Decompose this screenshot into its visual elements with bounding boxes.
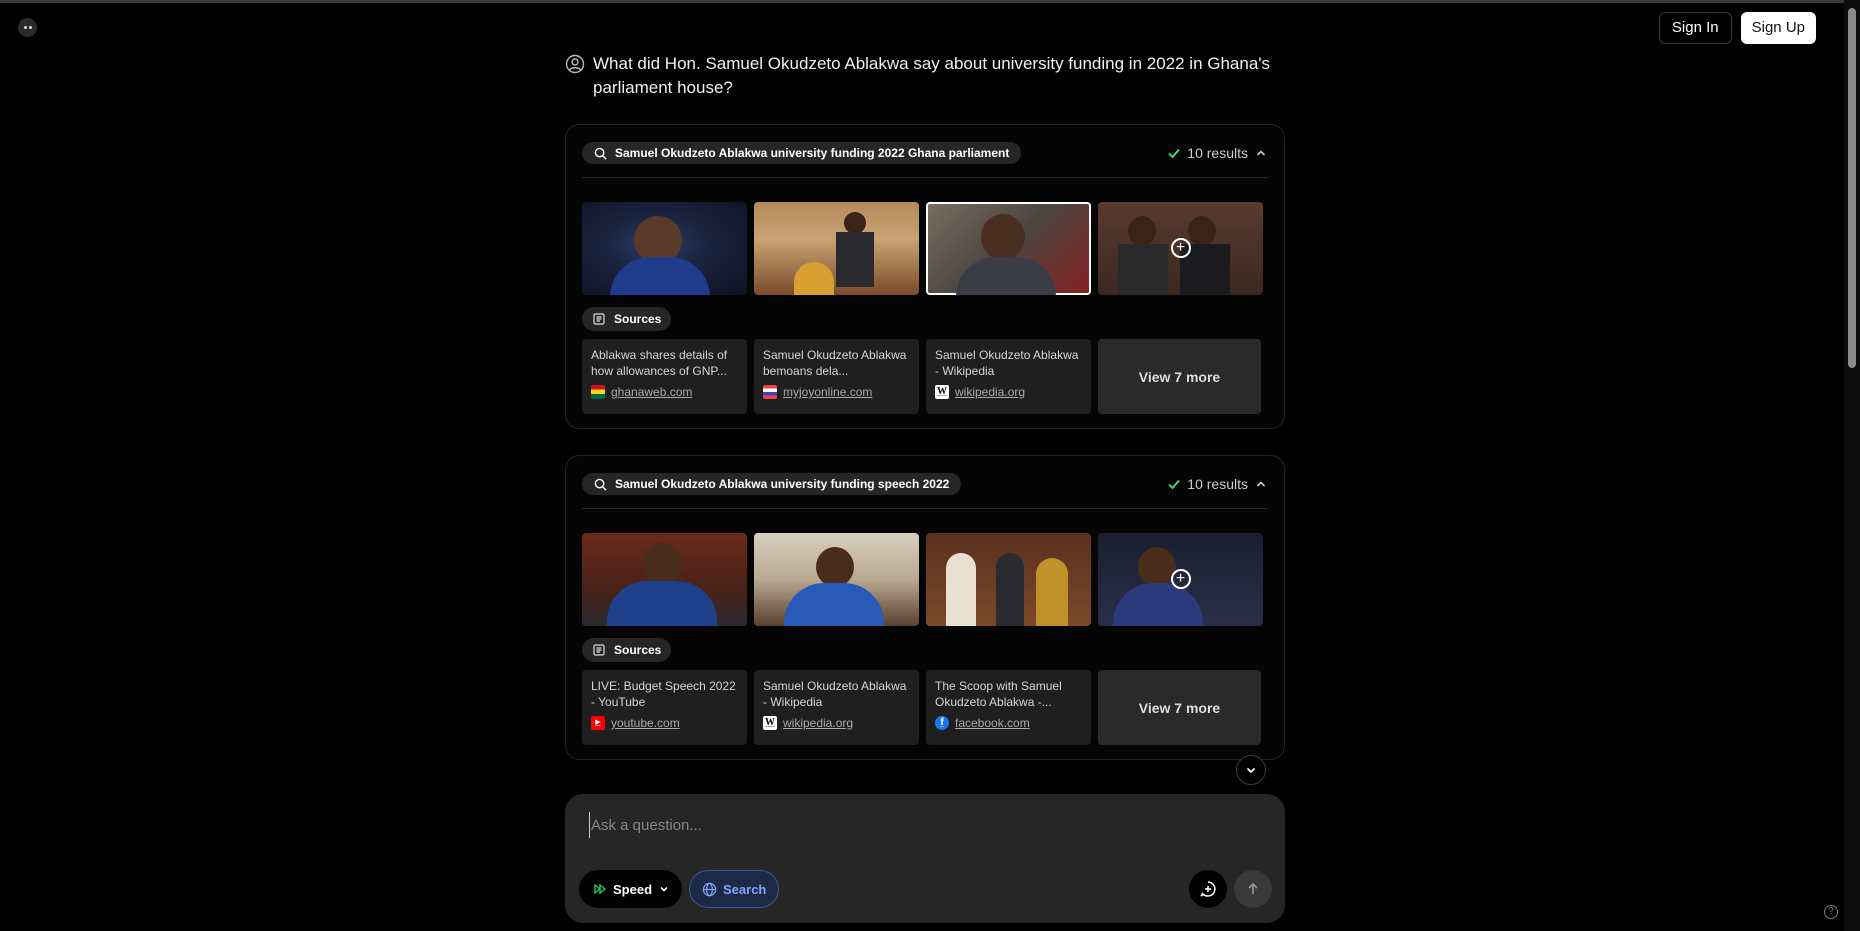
source-card[interactable]: Ablakwa shares details of how allowances… bbox=[582, 339, 747, 414]
chevron-down-icon bbox=[660, 886, 668, 892]
source-card[interactable]: LIVE: Budget Speech 2022 - YouTube ▶ yout… bbox=[582, 670, 747, 745]
sources-icon bbox=[593, 313, 605, 325]
help-icon[interactable]: ? bbox=[1824, 905, 1838, 919]
myjoyonline-icon bbox=[763, 385, 777, 399]
divider bbox=[582, 508, 1268, 509]
search-query-text: Samuel Okudzeto Ablakwa university fundi… bbox=[615, 146, 1010, 160]
result-image[interactable] bbox=[926, 202, 1091, 295]
results-toggle[interactable]: 10 results bbox=[1167, 145, 1268, 161]
composer: Speed Search bbox=[565, 794, 1285, 923]
sources-list: Ablakwa shares details of how allowances… bbox=[582, 339, 1268, 414]
wikipedia-icon: W bbox=[935, 385, 949, 399]
search-query-text: Samuel Okudzeto Ablakwa university fundi… bbox=[615, 477, 950, 491]
top-border bbox=[0, 0, 1860, 3]
sources-label-text: Sources bbox=[614, 312, 662, 326]
result-image[interactable] bbox=[582, 533, 747, 626]
add-icon[interactable]: + bbox=[1170, 237, 1191, 258]
view-more-button[interactable]: View 7 more bbox=[1098, 670, 1261, 745]
divider bbox=[582, 177, 1268, 178]
speed-mode-button[interactable]: Speed bbox=[579, 870, 683, 908]
result-image[interactable]: + bbox=[1098, 533, 1263, 626]
search-icon bbox=[594, 478, 607, 491]
search-query-pill[interactable]: Samuel Okudzeto Ablakwa university fundi… bbox=[582, 473, 962, 495]
sign-up-button[interactable]: Sign Up bbox=[1740, 12, 1816, 44]
results-count: 10 results bbox=[1187, 476, 1248, 492]
search-query-pill[interactable]: Samuel Okudzeto Ablakwa university fundi… bbox=[582, 142, 1022, 164]
source-site[interactable]: myjoyonline.com bbox=[783, 385, 872, 399]
result-image[interactable] bbox=[582, 202, 747, 295]
question-input[interactable] bbox=[589, 812, 1249, 838]
result-image[interactable]: + bbox=[1098, 202, 1263, 295]
ghanaweb-icon bbox=[591, 385, 605, 399]
send-button[interactable] bbox=[1234, 870, 1272, 908]
arrow-up-icon bbox=[1248, 882, 1258, 894]
source-site[interactable]: wikipedia.org bbox=[955, 385, 1025, 399]
image-strip: + bbox=[582, 533, 1268, 626]
globe-icon bbox=[702, 882, 717, 896]
auth-buttons: Sign In Sign Up bbox=[1658, 12, 1816, 44]
chevron-down-icon bbox=[1246, 767, 1256, 774]
sources-label: Sources bbox=[582, 307, 672, 331]
check-icon bbox=[1168, 479, 1180, 490]
conversation: What did Hon. Samuel Okudzeto Ablakwa sa… bbox=[565, 52, 1285, 100]
source-card[interactable]: Samuel Okudzeto Ablakwa bemoans dela... … bbox=[754, 339, 919, 414]
search-result-card: Samuel Okudzeto Ablakwa university fundi… bbox=[565, 455, 1285, 760]
sources-icon bbox=[593, 644, 605, 656]
result-image[interactable] bbox=[754, 202, 919, 295]
question-text: What did Hon. Samuel Okudzeto Ablakwa sa… bbox=[593, 54, 1271, 97]
new-chat-button[interactable] bbox=[1189, 870, 1227, 908]
source-card[interactable]: Samuel Okudzeto Ablakwa - Wikipedia Wwik… bbox=[754, 670, 919, 745]
add-icon[interactable]: + bbox=[1170, 568, 1191, 589]
page-scrollbar[interactable] bbox=[1844, 0, 1860, 931]
image-strip: + bbox=[582, 202, 1268, 295]
source-site[interactable]: youtube.com bbox=[611, 716, 680, 730]
fast-forward-icon bbox=[594, 883, 607, 895]
scrollbar-thumb[interactable] bbox=[1848, 8, 1856, 368]
chevron-up-icon bbox=[1256, 150, 1266, 156]
source-title: Samuel Okudzeto Ablakwa - Wikipedia bbox=[763, 679, 907, 709]
youtube-icon: ▶ bbox=[591, 716, 605, 730]
source-card[interactable]: Samuel Okudzeto Ablakwa - Wikipedia Wwik… bbox=[926, 339, 1091, 414]
user-icon bbox=[565, 54, 585, 74]
menu-icon[interactable] bbox=[18, 18, 37, 37]
result-image[interactable] bbox=[926, 533, 1091, 626]
check-icon bbox=[1168, 148, 1180, 159]
sources-label: Sources bbox=[582, 638, 672, 662]
chevron-up-icon bbox=[1256, 481, 1266, 487]
facebook-icon: f bbox=[935, 716, 949, 730]
search-icon bbox=[594, 147, 607, 160]
sign-in-button[interactable]: Sign In bbox=[1658, 12, 1732, 44]
result-image[interactable] bbox=[754, 533, 919, 626]
source-title: Samuel Okudzeto Ablakwa bemoans dela... bbox=[763, 348, 907, 378]
results-toggle[interactable]: 10 results bbox=[1167, 476, 1268, 492]
results-count: 10 results bbox=[1187, 145, 1248, 161]
scroll-down-button[interactable] bbox=[1236, 755, 1266, 785]
source-title: Ablakwa shares details of how allowances… bbox=[591, 348, 728, 378]
source-title: Samuel Okudzeto Ablakwa - Wikipedia bbox=[935, 348, 1079, 378]
sources-label-text: Sources bbox=[614, 643, 662, 657]
source-site[interactable]: facebook.com bbox=[955, 716, 1030, 730]
source-title: LIVE: Budget Speech 2022 - YouTube bbox=[591, 679, 736, 709]
wikipedia-icon: W bbox=[763, 716, 777, 730]
user-question: What did Hon. Samuel Okudzeto Ablakwa sa… bbox=[565, 52, 1285, 100]
source-site[interactable]: wikipedia.org bbox=[783, 716, 853, 730]
sources-list: LIVE: Budget Speech 2022 - YouTube ▶ yout… bbox=[582, 670, 1268, 745]
speed-label: Speed bbox=[613, 881, 653, 897]
source-title: The Scoop with Samuel Okudzeto Ablakwa -… bbox=[935, 679, 1062, 709]
source-site[interactable]: ghanaweb.com bbox=[611, 385, 692, 399]
search-result-card: Samuel Okudzeto Ablakwa university fundi… bbox=[565, 124, 1285, 429]
view-more-button[interactable]: View 7 more bbox=[1098, 339, 1261, 414]
chat-plus-icon bbox=[1200, 881, 1216, 897]
search-label: Search bbox=[723, 881, 767, 897]
search-mode-button[interactable]: Search bbox=[689, 870, 780, 908]
source-card[interactable]: The Scoop with Samuel Okudzeto Ablakwa -… bbox=[926, 670, 1091, 745]
